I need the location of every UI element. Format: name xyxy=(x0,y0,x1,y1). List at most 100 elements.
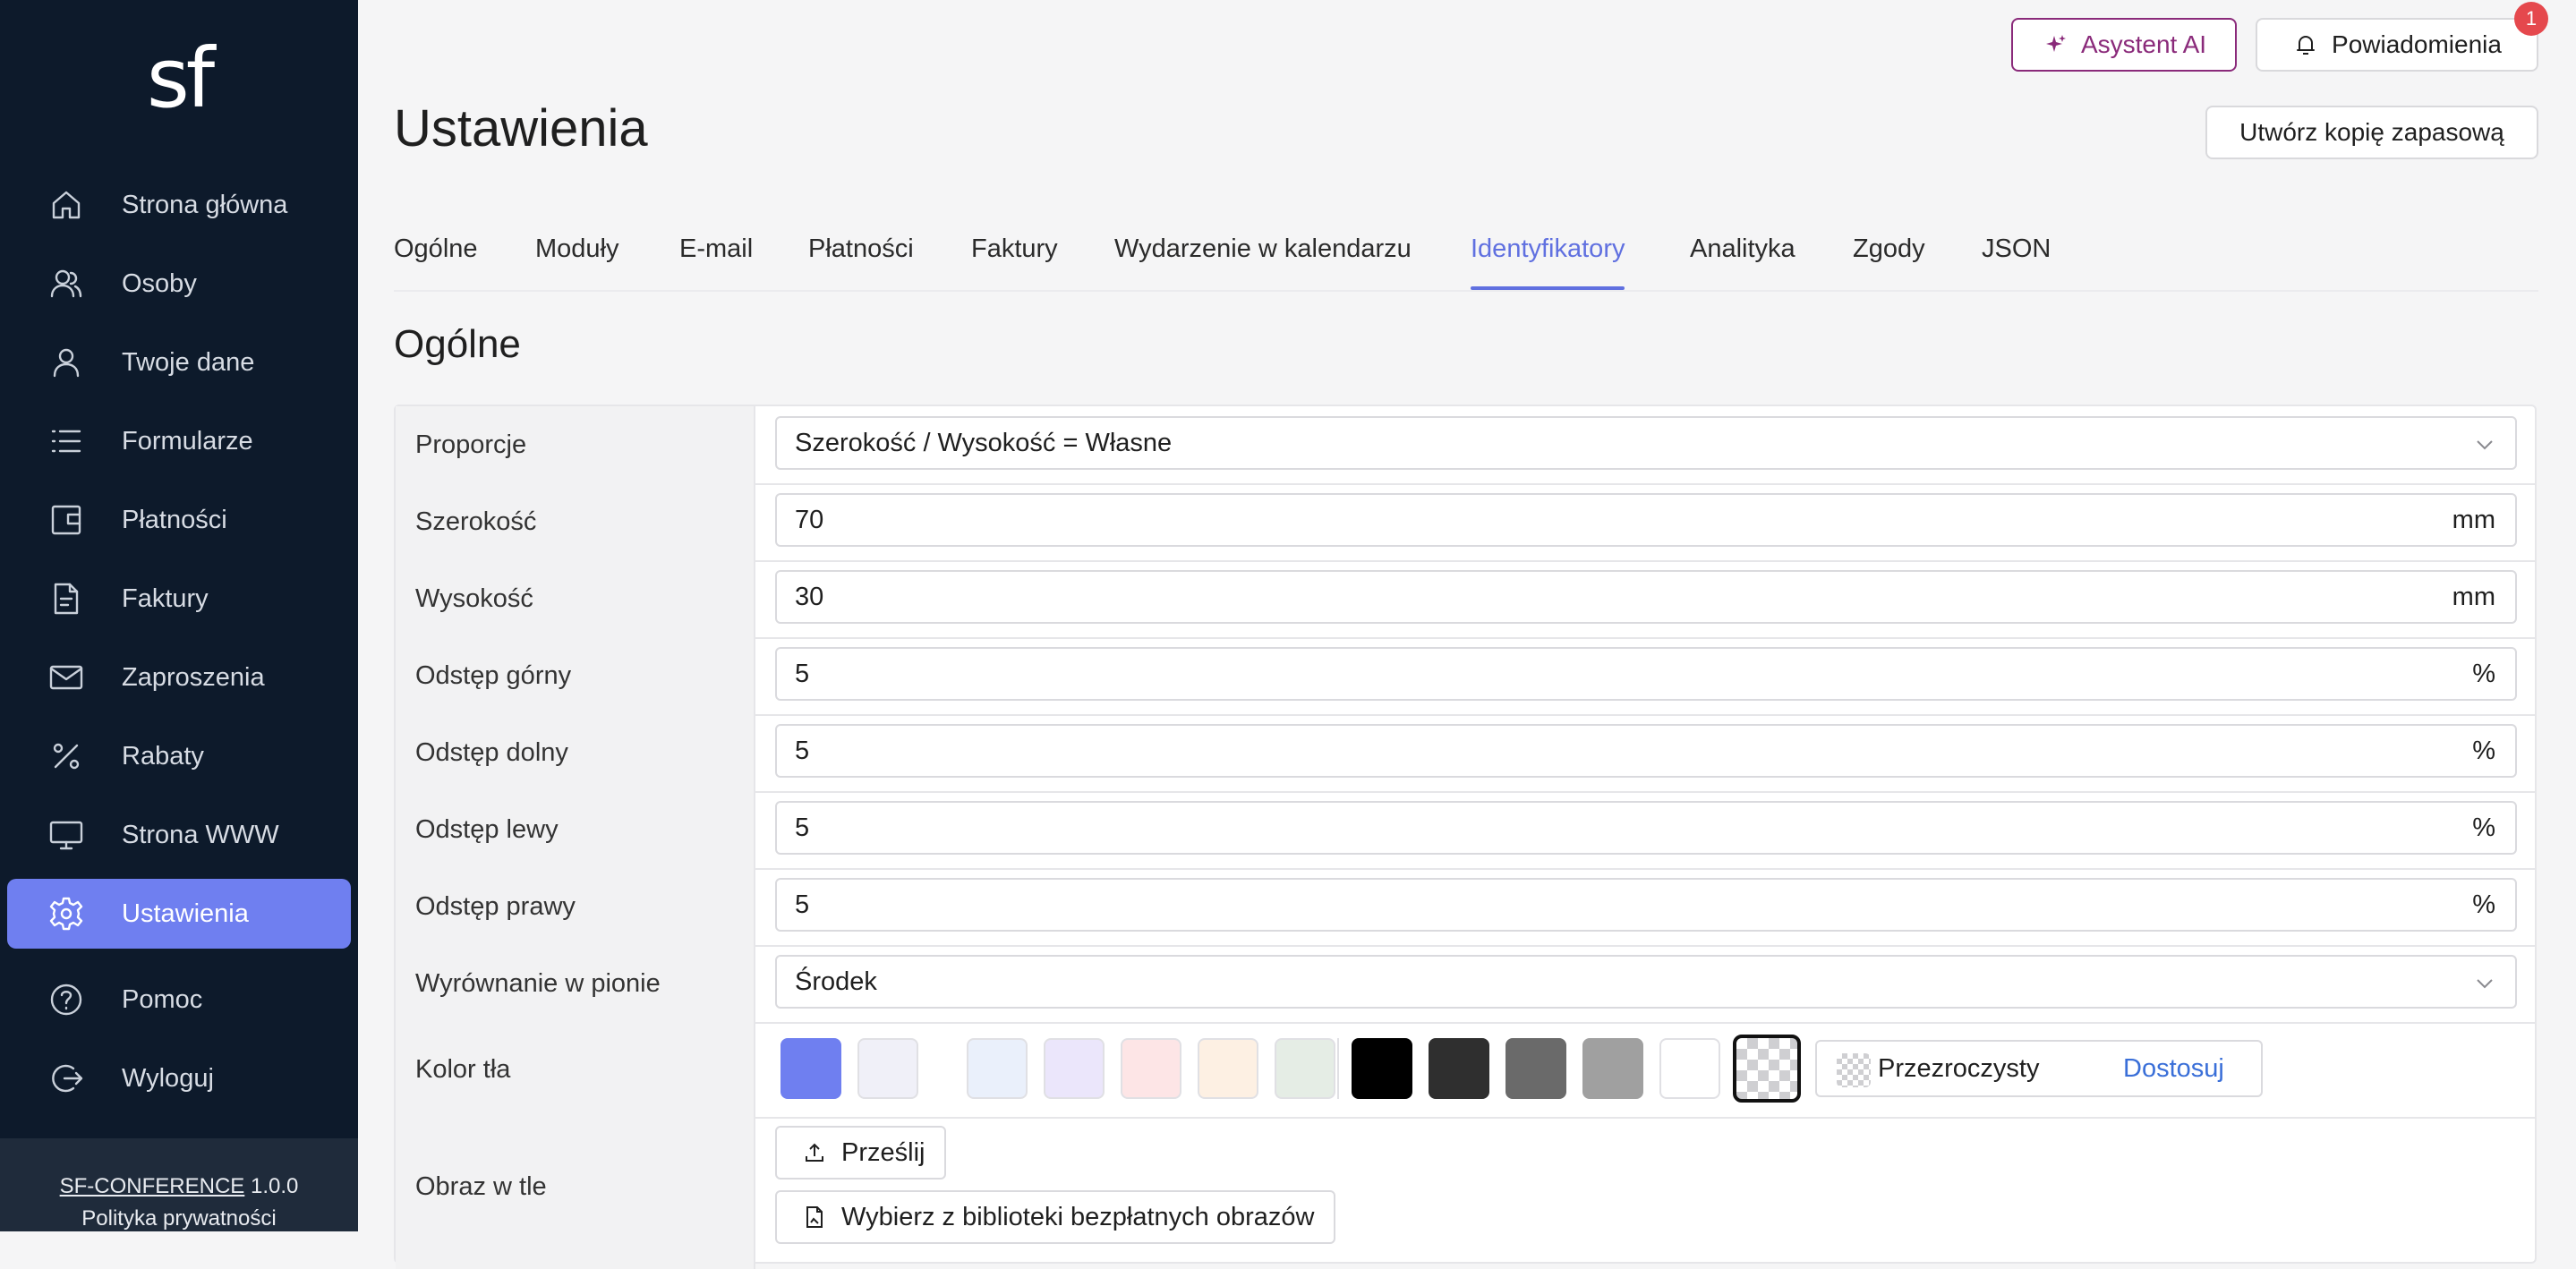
height-input[interactable]: 30 mm xyxy=(775,570,2517,624)
percent-icon xyxy=(48,738,84,774)
tab-invoices[interactable]: Faktury xyxy=(971,231,1058,288)
margin-top-label: Odstęp górny xyxy=(396,637,755,714)
image-file-icon xyxy=(806,1206,823,1228)
proportions-select[interactable]: Szerokość / Wysokość = Własne xyxy=(775,416,2517,470)
tab-consents[interactable]: Zgody xyxy=(1853,231,1925,288)
upload-icon xyxy=(806,1143,823,1162)
width-row: Szerokość 70 mm xyxy=(396,483,2535,562)
product-link[interactable]: SF-CONFERENCE xyxy=(60,1174,245,1198)
chevron-down-icon xyxy=(2472,432,2497,457)
sidebar-footer: SF-CONFERENCE 1.0.0 Polityka prywatności xyxy=(0,1138,358,1231)
margin-left-label: Odstęp lewy xyxy=(396,791,755,868)
wallet-icon xyxy=(48,502,84,538)
list-icon xyxy=(48,423,84,459)
margin-top-value: 5 xyxy=(795,659,810,688)
app-logo[interactable]: sf xyxy=(134,25,224,132)
margin-right-input[interactable]: 5 % xyxy=(775,878,2517,932)
current-color-label: Przezroczysty xyxy=(1878,1054,2040,1083)
create-backup-button[interactable]: Utwórz kopię zapasową xyxy=(2205,106,2538,159)
margin-bottom-input[interactable]: 5 % xyxy=(775,724,2517,778)
ai-assistant-label: Asystent AI xyxy=(2080,30,2207,58)
tab-modules[interactable]: Moduły xyxy=(535,231,619,288)
gear-icon xyxy=(48,896,84,932)
vertical-align-row: Wyrównanie w pionie Środek xyxy=(396,945,2535,1024)
height-label: Wysokość xyxy=(396,560,755,637)
sidebar-item-label: Faktury xyxy=(122,583,209,613)
sidebar-item-label: Strona główna xyxy=(122,190,288,219)
height-row: Wysokość 30 mm xyxy=(396,560,2535,639)
margin-top-unit: % xyxy=(2472,659,2495,688)
free-image-library-button[interactable]: Wybierz z biblioteki bezpłatnych obrazów xyxy=(775,1190,1336,1244)
color-swatch[interactable] xyxy=(1275,1038,1335,1099)
color-swatch[interactable] xyxy=(1044,1038,1105,1099)
background-image-label: Obraz w tle xyxy=(396,1117,755,1269)
people-icon xyxy=(48,266,84,302)
transparent-preview-icon xyxy=(1837,1053,1871,1087)
tab-calendar-event[interactable]: Wydarzenie w kalendarzu xyxy=(1114,231,1412,288)
page-title: Ustawienia xyxy=(394,99,648,158)
color-swatch[interactable] xyxy=(780,1038,841,1099)
sidebar-item-invitations[interactable]: Zaproszenia xyxy=(7,643,351,712)
sidebar-item-forms[interactable]: Formularze xyxy=(7,406,351,476)
tab-email[interactable]: E-mail xyxy=(679,231,753,288)
sidebar-item-settings[interactable]: Ustawienia xyxy=(7,879,351,949)
color-swatch[interactable] xyxy=(1659,1038,1720,1099)
background-image-row: Obraz w tle Prześlij Wybierz z bibliotek… xyxy=(396,1117,2535,1269)
sidebar-item-website[interactable]: Strona WWW xyxy=(7,800,351,870)
margin-right-unit: % xyxy=(2472,890,2495,919)
sidebar-item-label: Twoje dane xyxy=(122,347,255,377)
tab-badges[interactable]: Identyfikatory xyxy=(1471,231,1625,290)
color-swatch[interactable] xyxy=(857,1038,918,1099)
sidebar-item-your-data[interactable]: Twoje dane xyxy=(7,328,351,397)
proportions-row: Proporcje Szerokość / Wysokość = Własne xyxy=(396,406,2535,485)
sidebar-item-discounts[interactable]: Rabaty xyxy=(7,721,351,791)
margin-right-row: Odstęp prawy 5 % xyxy=(396,868,2535,947)
upload-label: Prześlij xyxy=(841,1137,925,1167)
width-input[interactable]: 70 mm xyxy=(775,493,2517,547)
margin-right-value: 5 xyxy=(795,890,810,919)
notification-count-badge: 1 xyxy=(2514,2,2548,36)
ai-assistant-button[interactable]: Asystent AI xyxy=(2011,18,2237,72)
width-value: 70 xyxy=(795,505,824,534)
tab-payments[interactable]: Płatności xyxy=(808,231,914,288)
color-swatch-transparent[interactable] xyxy=(1733,1035,1801,1103)
color-swatch[interactable] xyxy=(1506,1038,1566,1099)
margin-left-input[interactable]: 5 % xyxy=(775,801,2517,855)
vertical-align-select[interactable]: Środek xyxy=(775,955,2517,1009)
badge-settings-form: Proporcje Szerokość / Wysokość = Własne … xyxy=(394,405,2537,1269)
color-swatch[interactable] xyxy=(1198,1038,1258,1099)
vertical-align-value: Środek xyxy=(795,967,877,996)
margin-left-unit: % xyxy=(2472,813,2495,842)
width-unit: mm xyxy=(2452,505,2495,534)
color-swatch[interactable] xyxy=(1582,1038,1643,1099)
privacy-policy-link[interactable]: Polityka prywatności xyxy=(0,1206,358,1231)
customize-color-link[interactable]: Dostosuj xyxy=(2123,1054,2224,1084)
current-color-box: Przezroczysty Dostosuj xyxy=(1815,1040,2263,1097)
margin-right-label: Odstęp prawy xyxy=(396,868,755,945)
sidebar-item-help[interactable]: Pomoc xyxy=(7,965,351,1035)
tab-general[interactable]: Ogólne xyxy=(394,231,478,288)
width-label: Szerokość xyxy=(396,483,755,560)
sidebar-item-people[interactable]: Osoby xyxy=(7,249,351,319)
document-icon xyxy=(48,581,84,617)
sidebar-item-logout[interactable]: Wyloguj xyxy=(7,1043,351,1113)
color-swatch[interactable] xyxy=(1121,1038,1181,1099)
swatch-divider xyxy=(1337,1038,1339,1099)
tab-analytics[interactable]: Analityka xyxy=(1690,231,1796,288)
sidebar-item-home[interactable]: Strona główna xyxy=(7,170,351,240)
color-swatch[interactable] xyxy=(1352,1038,1412,1099)
sidebar-item-label: Zaproszenia xyxy=(122,662,265,692)
color-swatch[interactable] xyxy=(967,1038,1028,1099)
margin-top-input[interactable]: 5 % xyxy=(775,647,2517,701)
upload-button[interactable]: Prześlij xyxy=(775,1126,947,1180)
notifications-button[interactable]: Powiadomienia xyxy=(2256,18,2538,72)
sidebar-item-payments[interactable]: Płatności xyxy=(7,485,351,555)
sidebar-item-label: Wyloguj xyxy=(122,1063,214,1093)
sidebar-item-invoices[interactable]: Faktury xyxy=(7,564,351,634)
margin-bottom-unit: % xyxy=(2472,736,2495,765)
height-value: 30 xyxy=(795,582,824,611)
color-swatch[interactable] xyxy=(1429,1038,1489,1099)
tab-json[interactable]: JSON xyxy=(1982,231,2051,288)
sidebar: sf Strona główna Osoby Twoje dane Formul… xyxy=(0,0,358,1231)
bell-icon xyxy=(2297,36,2316,55)
